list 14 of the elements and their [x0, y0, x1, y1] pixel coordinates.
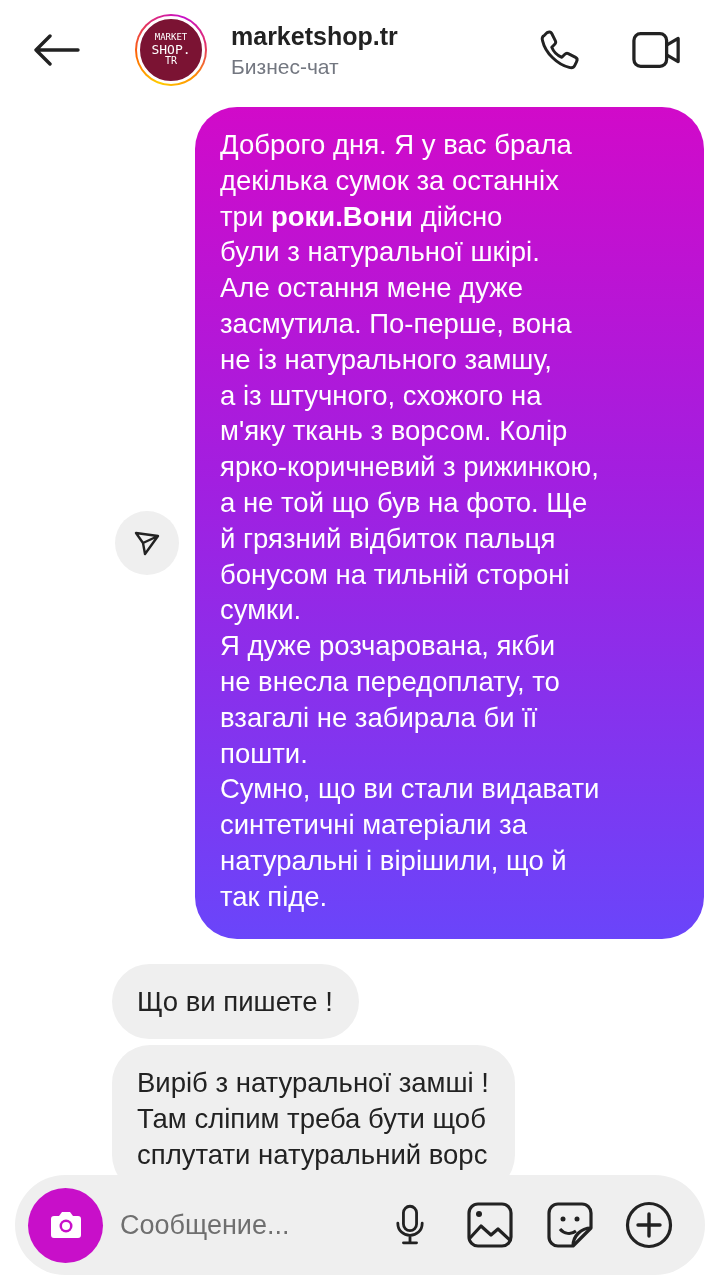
- video-call-icon[interactable]: [632, 30, 682, 70]
- phone-icon[interactable]: [538, 28, 582, 72]
- sent-message: Доброго дня. Я у вас брала декілька сумок за останніх три роки.Вони дійсно були з натуральної шкірі. Але остання мене дуже засмутила. По-перше, вона не із натурального замшу, а із штучного, схожого на м'яку ткань з ворсом. Колір ярко-коричневий з рижинкою, а не той що був на фото. Ще й грязний відбиток пальця бонусом на тильній стороні сумки. Я дуже розчарована, якби не внесла передоплату, то взагалі не забирала би її пошти. Сумно, що ви стали видавати синтетичні матеріали за натуральні і вірішили, що й так піде.: [195, 107, 704, 939]
- back-icon[interactable]: [32, 34, 80, 66]
- image-icon[interactable]: [467, 1202, 513, 1248]
- add-icon[interactable]: [625, 1201, 673, 1249]
- chat-subtitle: Бизнес-чат: [231, 54, 340, 79]
- received-message: Виріб з натуральної замші ! Там сліпим треба бути щоб сплутати натуральний ворс: [112, 1045, 515, 1175]
- message-field[interactable]: Сообщение...: [120, 1209, 370, 1241]
- avatar[interactable]: MARKET SHOP. TR: [135, 14, 207, 86]
- microphone-icon[interactable]: [395, 1203, 425, 1247]
- received-message: Що ви пишете !: [112, 963, 359, 1040]
- sticker-icon[interactable]: [547, 1202, 593, 1248]
- chat-name: marketshop.tr: [231, 21, 399, 51]
